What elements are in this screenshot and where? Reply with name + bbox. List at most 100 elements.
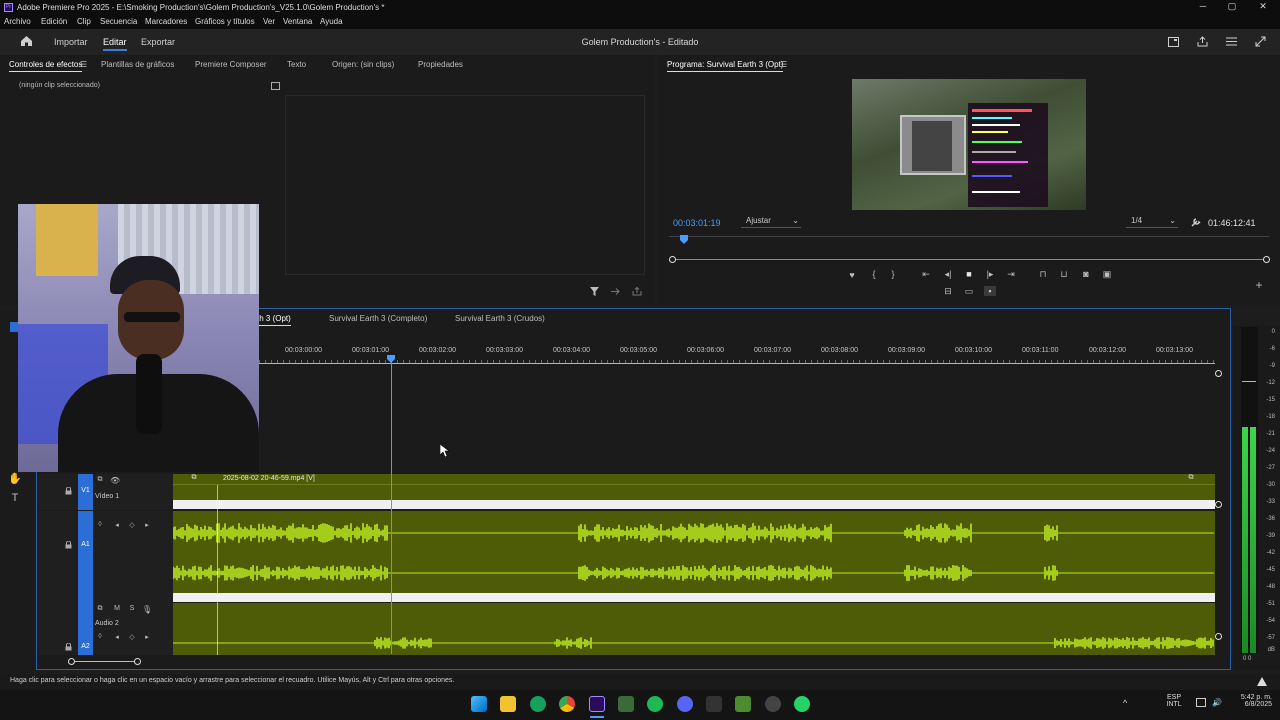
tab-texto[interactable]: Texto: [287, 60, 306, 69]
step-back-icon[interactable]: ◂|: [942, 269, 954, 280]
extract-icon[interactable]: ⊔: [1058, 269, 1070, 280]
clock[interactable]: 5:42 p. m. 6/8/2025: [1230, 694, 1272, 708]
volume-icon[interactable]: 🔊: [1212, 698, 1222, 707]
home-icon[interactable]: [20, 35, 33, 47]
safe-margins-icon[interactable]: ⊟: [942, 286, 954, 297]
menu-ayuda[interactable]: Ayuda: [320, 17, 343, 26]
lock-icon[interactable]: [65, 643, 72, 651]
overlay-icon[interactable]: ▭: [963, 286, 975, 297]
tab-origen[interactable]: Origen: (sin clips): [332, 60, 394, 69]
microphone-icon[interactable]: 🎙: [142, 605, 152, 614]
scrub-start-handle[interactable]: [669, 256, 676, 263]
track-height-handle[interactable]: [1215, 501, 1222, 508]
tab-sequence-crudos[interactable]: Survival Earth 3 (Crudos): [455, 314, 545, 323]
program-playhead[interactable]: [680, 235, 688, 244]
scrub-end-handle[interactable]: [1263, 256, 1270, 263]
next-keyframe-icon[interactable]: ▸: [142, 521, 152, 529]
app-icon[interactable]: [706, 696, 722, 712]
panel-toggle-icon[interactable]: [271, 82, 280, 90]
export-frame-icon[interactable]: [611, 287, 621, 296]
menu-archivo[interactable]: Archivo: [4, 17, 31, 26]
track-target-a1[interactable]: A1: [78, 511, 93, 603]
menu-secuencia[interactable]: Secuencia: [100, 17, 137, 26]
menu-ventana[interactable]: Ventana: [283, 17, 312, 26]
tab-sequence-opt[interactable]: th 3 (Opt): [257, 314, 291, 326]
go-to-in-icon[interactable]: ⇤: [920, 269, 932, 280]
fullscreen-icon[interactable]: [1255, 36, 1266, 47]
tab-importar[interactable]: Importar: [54, 37, 88, 47]
minimize-button[interactable]: ─: [1196, 1, 1210, 13]
spotify-icon[interactable]: [647, 696, 663, 712]
workspaces-icon[interactable]: [1168, 37, 1179, 47]
minecraft-icon[interactable]: [735, 696, 751, 712]
add-keyframe-icon[interactable]: ◇: [127, 633, 137, 641]
prev-keyframe-icon[interactable]: ◂: [112, 633, 122, 641]
audio-clip-a1[interactable]: [173, 511, 1215, 593]
sync-lock-icon[interactable]: ⧉: [95, 605, 105, 613]
marker-icon[interactable]: ♥: [846, 270, 858, 280]
tab-premiere-composer[interactable]: Premiere Composer: [195, 60, 267, 69]
track-target-a2[interactable]: A2: [78, 603, 93, 655]
resolution-dropdown[interactable]: 1/4 ⌄: [1126, 216, 1178, 228]
whatsapp-icon[interactable]: [794, 696, 810, 712]
comparison-view-icon[interactable]: ▣: [1101, 269, 1113, 280]
type-tool-icon[interactable]: T: [8, 492, 22, 504]
track-target-v1[interactable]: V1: [78, 474, 93, 510]
language-indicator[interactable]: ESP INTL: [1161, 694, 1187, 708]
maximize-button[interactable]: ▢: [1225, 1, 1239, 13]
work-area-bar[interactable]: [259, 363, 1215, 364]
zoom-start-handle[interactable]: [68, 658, 75, 665]
share-icon[interactable]: [1197, 36, 1208, 47]
prev-keyframe-icon[interactable]: ◂: [112, 521, 122, 529]
mute-icon[interactable]: M: [112, 605, 122, 612]
menu-icon[interactable]: [1226, 37, 1237, 46]
menu-graficos[interactable]: Gráficos y títulos: [195, 17, 255, 26]
lift-icon[interactable]: ⊓: [1037, 269, 1049, 280]
chrome-icon[interactable]: [559, 696, 575, 712]
chevron-up-icon[interactable]: ^: [1123, 698, 1127, 708]
premiere-pro-icon[interactable]: [589, 696, 605, 712]
timeline-scroll-handle[interactable]: [1215, 370, 1222, 377]
tab-effect-controls[interactable]: Controles de efectos: [9, 60, 83, 72]
discord-icon[interactable]: [677, 696, 693, 712]
program-menu-icon[interactable]: ☰: [780, 60, 787, 69]
obs-icon[interactable]: [765, 696, 781, 712]
program-title[interactable]: Programa: Survival Earth 3 (Opt): [667, 60, 784, 72]
video-clip[interactable]: 2025-08-02 20-46-59.mp4 [V] ⧉ ⧉: [173, 474, 1215, 501]
browser-icon[interactable]: [530, 696, 546, 712]
fit-dropdown[interactable]: Ajustar ⌄: [741, 216, 801, 228]
mark-out-icon[interactable]: }: [888, 269, 898, 279]
eye-icon[interactable]: 👁: [110, 476, 120, 485]
panel-menu-icon[interactable]: ☰: [80, 60, 87, 69]
next-keyframe-icon[interactable]: ▸: [142, 633, 152, 641]
add-keyframe-icon[interactable]: ◇: [127, 521, 137, 529]
lock-icon[interactable]: [65, 541, 72, 549]
app-icon[interactable]: [618, 696, 634, 712]
tab-editar[interactable]: Editar: [103, 37, 127, 51]
tab-propiedades[interactable]: Propiedades: [418, 60, 463, 69]
wrench-icon[interactable]: [1191, 217, 1201, 227]
timeline-zoom-scrollbar[interactable]: [71, 661, 139, 662]
program-scrub-bar[interactable]: [672, 259, 1268, 260]
add-button-icon[interactable]: +: [1253, 278, 1265, 292]
keyframe-mode-icon[interactable]: ◊: [95, 521, 105, 528]
tab-plantillas[interactable]: Plantillas de gráficos: [101, 60, 174, 69]
timeline-ruler[interactable]: 00:03:00:00 00:03:01:00 00:03:02:00 00:0…: [259, 347, 1219, 359]
menu-ver[interactable]: Ver: [263, 17, 275, 26]
keyframe-mode-icon[interactable]: ◊: [95, 633, 105, 640]
go-to-out-icon[interactable]: ⇥: [1005, 269, 1017, 280]
network-icon[interactable]: [1196, 698, 1206, 707]
step-forward-icon[interactable]: |▸: [984, 269, 996, 280]
camera-icon[interactable]: ◙: [1080, 269, 1092, 279]
multi-camera-icon[interactable]: ▪: [984, 286, 996, 296]
menu-clip[interactable]: Clip: [77, 17, 91, 26]
menu-marcadores[interactable]: Marcadores: [145, 17, 187, 26]
stop-icon[interactable]: ■: [963, 269, 975, 279]
track-height-handle[interactable]: [1215, 633, 1222, 640]
filter-icon[interactable]: [590, 287, 599, 296]
solo-icon[interactable]: S: [127, 605, 137, 612]
tab-exportar[interactable]: Exportar: [141, 37, 175, 47]
tab-sequence-completo[interactable]: Survival Earth 3 (Completo): [329, 314, 427, 323]
lock-icon[interactable]: [65, 487, 72, 495]
hand-tool-icon[interactable]: ✋: [8, 472, 22, 485]
